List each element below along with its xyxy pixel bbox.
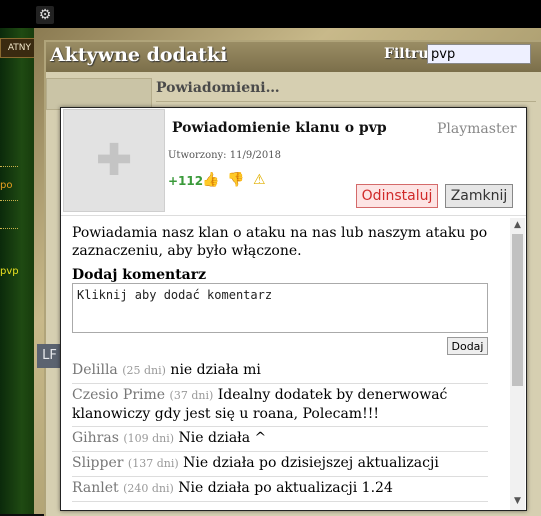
filter-input[interactable]: [427, 44, 531, 64]
divider: [156, 101, 536, 102]
game-left-column: ATNY po pvp: [0, 28, 36, 514]
comment-author[interactable]: Slipper: [72, 455, 123, 471]
divider: [0, 228, 18, 229]
comment-author[interactable]: Gihras: [72, 430, 119, 446]
close-button[interactable]: Zamknij: [445, 184, 513, 208]
comment-age: (137 dni): [127, 457, 179, 470]
comment-age: (240 dni): [123, 482, 174, 495]
left-item-po[interactable]: po: [0, 180, 12, 191]
comment-text: Nie działa po dzisiejszej aktualizacji: [183, 455, 439, 471]
comment-item: Ranlet (240 dni) Nie działa po aktualiza…: [72, 477, 488, 502]
modal-content: Powiadamia nasz klan o ataku na nas lub …: [61, 218, 511, 510]
addon-created-date: Utworzony: 11/9/2018: [168, 150, 282, 161]
warning-icon[interactable]: ⚠: [253, 172, 266, 188]
comment-input[interactable]: Kliknij aby dodać komentarz: [72, 283, 488, 333]
divider: [61, 215, 526, 216]
comment-author[interactable]: Delilla: [72, 362, 118, 378]
comment-list: Delilla (25 dni) nie działa mi Czesio Pr…: [72, 359, 488, 502]
thumbs-up-icon[interactable]: 👍: [202, 172, 219, 188]
comment-author[interactable]: Ranlet: [72, 480, 119, 496]
addon-score: +112: [168, 174, 204, 188]
comment-age: (109 dni): [123, 432, 175, 445]
comment-text: Nie działa po aktualizacji 1.24: [178, 480, 393, 496]
background-card-thumbnail: [46, 78, 152, 110]
scrollbar[interactable]: ▲ ▼: [510, 218, 525, 510]
comment-age: (25 dni): [122, 364, 166, 377]
comment-item: Czesio Prime (37 dni) Idealny dodatek by…: [72, 384, 488, 427]
panel-title: Aktywne dodatki: [50, 44, 228, 66]
comment-age: (37 dni): [169, 389, 214, 402]
addon-thumbnail: ✚: [63, 109, 165, 212]
top-bar: ⚙: [0, 0, 541, 28]
addon-description: Powiadamia nasz klan o ataku na nas lub …: [72, 225, 488, 259]
gear-icon[interactable]: ⚙: [36, 6, 54, 24]
comment-item: Slipper (137 dni) Nie działa po dzisiejs…: [72, 452, 488, 477]
addon-author[interactable]: Playmaster: [437, 121, 517, 137]
scrollbar-thumb[interactable]: [512, 234, 523, 386]
comment-item: Gihras (109 dni) Nie działa ^: [72, 427, 488, 452]
left-item-pvp[interactable]: pvp: [0, 266, 19, 277]
lf-button[interactable]: LF: [37, 344, 62, 368]
puzzle-icon: ✚: [95, 135, 133, 186]
add-comment-button[interactable]: Dodaj: [447, 337, 488, 355]
thumbs-down-icon[interactable]: 👎: [227, 172, 244, 188]
addon-detail-modal: ✚ Powiadomienie klanu o pvp Playmaster U…: [60, 107, 527, 511]
scroll-down-icon[interactable]: ▼: [510, 496, 525, 508]
comment-item: Delilla (25 dni) nie działa mi: [72, 359, 488, 384]
left-tab[interactable]: ATNY: [0, 38, 36, 58]
divider: [0, 166, 18, 167]
comment-author[interactable]: Czesio Prime: [72, 387, 165, 403]
scroll-up-icon[interactable]: ▲: [510, 220, 525, 232]
addon-title: Powiadomienie klanu o pvp: [172, 120, 387, 136]
add-comment-heading: Dodaj komentarz: [72, 267, 207, 283]
comment-text: Nie działa ^: [178, 430, 267, 446]
uninstall-button[interactable]: Odinstaluj: [356, 184, 438, 208]
divider: [0, 200, 18, 201]
comment-text: nie działa mi: [170, 362, 261, 378]
background-card-title[interactable]: Powiadomieni…: [156, 80, 280, 96]
